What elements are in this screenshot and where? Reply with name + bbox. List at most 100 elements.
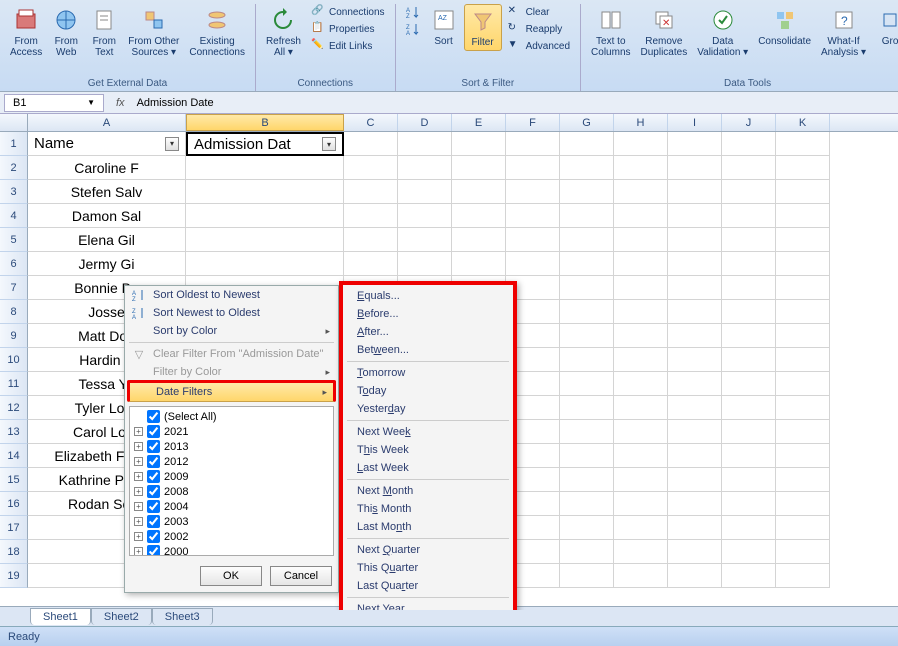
year-checkbox-2000[interactable]: +2000	[132, 544, 331, 556]
remove-duplicates-button[interactable]: ✕Remove Duplicates	[637, 4, 692, 60]
cell-H9[interactable]	[614, 324, 668, 348]
from-text-button[interactable]: From Text	[86, 4, 122, 60]
cell-K3[interactable]	[776, 180, 830, 204]
expand-icon[interactable]: +	[134, 472, 143, 481]
cell-H12[interactable]	[614, 396, 668, 420]
row-header-16[interactable]: 16	[0, 492, 28, 516]
name-box[interactable]: B1▼	[4, 94, 104, 112]
cell-J19[interactable]	[722, 564, 776, 588]
cell-J2[interactable]	[722, 156, 776, 180]
cell-G18[interactable]	[560, 540, 614, 564]
cell-E3[interactable]	[452, 180, 506, 204]
connections-button[interactable]: 🔗Connections	[307, 4, 389, 20]
cell-D6[interactable]	[398, 252, 452, 276]
expand-icon[interactable]: +	[134, 442, 143, 451]
cell-I12[interactable]	[668, 396, 722, 420]
cell-H13[interactable]	[614, 420, 668, 444]
cell-H18[interactable]	[614, 540, 668, 564]
row-header-15[interactable]: 15	[0, 468, 28, 492]
col-header-G[interactable]: G	[560, 114, 614, 131]
cell-D3[interactable]	[398, 180, 452, 204]
year-checkbox-2004[interactable]: +2004	[132, 499, 331, 514]
col-header-H[interactable]: H	[614, 114, 668, 131]
from-other-sources-button[interactable]: From Other Sources ▾	[124, 4, 183, 60]
cell-E4[interactable]	[452, 204, 506, 228]
cell-B1[interactable]: Admission Dat▾	[186, 132, 344, 156]
cell-I13[interactable]	[668, 420, 722, 444]
cell-F5[interactable]	[506, 228, 560, 252]
sort-newest-oldest[interactable]: ZASort Newest to Oldest	[125, 304, 338, 322]
cell-G10[interactable]	[560, 348, 614, 372]
cell-F2[interactable]	[506, 156, 560, 180]
col-header-F[interactable]: F	[506, 114, 560, 131]
year-checkbox-2003[interactable]: +2003	[132, 514, 331, 529]
cell-I2[interactable]	[668, 156, 722, 180]
cell-G11[interactable]	[560, 372, 614, 396]
properties-button[interactable]: 📋Properties	[307, 21, 389, 37]
cell-K11[interactable]	[776, 372, 830, 396]
col-header-K[interactable]: K	[776, 114, 830, 131]
cell-G17[interactable]	[560, 516, 614, 540]
cell-A3[interactable]: Stefen Salv	[28, 180, 186, 204]
col-header-C[interactable]: C	[344, 114, 398, 131]
df-equals[interactable]: Equals...	[343, 287, 513, 305]
cell-E1[interactable]	[452, 132, 506, 156]
cell-G19[interactable]	[560, 564, 614, 588]
sort-desc-button[interactable]: ZA	[402, 21, 424, 37]
cell-J5[interactable]	[722, 228, 776, 252]
cell-J6[interactable]	[722, 252, 776, 276]
cell-J1[interactable]	[722, 132, 776, 156]
cell-H10[interactable]	[614, 348, 668, 372]
existing-connections-button[interactable]: Existing Connections	[185, 4, 249, 60]
cell-H1[interactable]	[614, 132, 668, 156]
cell-E5[interactable]	[452, 228, 506, 252]
cell-I4[interactable]	[668, 204, 722, 228]
cell-D5[interactable]	[398, 228, 452, 252]
row-header-4[interactable]: 4	[0, 204, 28, 228]
df-yesterday[interactable]: Yesterday	[343, 400, 513, 418]
year-checkbox-2012[interactable]: +2012	[132, 454, 331, 469]
cell-H16[interactable]	[614, 492, 668, 516]
cell-H7[interactable]	[614, 276, 668, 300]
cell-A6[interactable]: Jermy Gi	[28, 252, 186, 276]
select-all-checkbox[interactable]: (Select All)	[132, 409, 331, 424]
cell-G2[interactable]	[560, 156, 614, 180]
cell-I15[interactable]	[668, 468, 722, 492]
cell-J10[interactable]	[722, 348, 776, 372]
df-last-week[interactable]: Last Week	[343, 459, 513, 477]
cell-I14[interactable]	[668, 444, 722, 468]
filter-toggle-A[interactable]: ▾	[165, 137, 179, 151]
cell-G4[interactable]	[560, 204, 614, 228]
cell-A1[interactable]: Name▾	[28, 132, 186, 156]
edit-links-button[interactable]: ✏️Edit Links	[307, 38, 389, 54]
cell-J14[interactable]	[722, 444, 776, 468]
from-access-button[interactable]: From Access	[6, 4, 46, 60]
year-checkbox-2021[interactable]: +2021	[132, 424, 331, 439]
from-web-button[interactable]: From Web	[48, 4, 84, 60]
cell-B2[interactable]	[186, 156, 344, 180]
col-header-J[interactable]: J	[722, 114, 776, 131]
cell-G6[interactable]	[560, 252, 614, 276]
df-next-month[interactable]: Next Month	[343, 482, 513, 500]
year-checkbox-2008[interactable]: +2008	[132, 484, 331, 499]
row-header-13[interactable]: 13	[0, 420, 28, 444]
cell-H17[interactable]	[614, 516, 668, 540]
col-header-E[interactable]: E	[452, 114, 506, 131]
cell-J16[interactable]	[722, 492, 776, 516]
reapply-button[interactable]: ↻Reapply	[504, 21, 574, 37]
cell-I6[interactable]	[668, 252, 722, 276]
cell-F3[interactable]	[506, 180, 560, 204]
cell-E6[interactable]	[452, 252, 506, 276]
cell-G1[interactable]	[560, 132, 614, 156]
sort-by-color[interactable]: Sort by Color	[125, 322, 338, 340]
row-header-5[interactable]: 5	[0, 228, 28, 252]
cell-F1[interactable]	[506, 132, 560, 156]
row-header-12[interactable]: 12	[0, 396, 28, 420]
cell-H11[interactable]	[614, 372, 668, 396]
sort-oldest-newest[interactable]: AZSort Oldest to Newest	[125, 286, 338, 304]
row-header-14[interactable]: 14	[0, 444, 28, 468]
row-header-3[interactable]: 3	[0, 180, 28, 204]
df-last-month[interactable]: Last Month	[343, 518, 513, 536]
cell-J13[interactable]	[722, 420, 776, 444]
cell-K5[interactable]	[776, 228, 830, 252]
